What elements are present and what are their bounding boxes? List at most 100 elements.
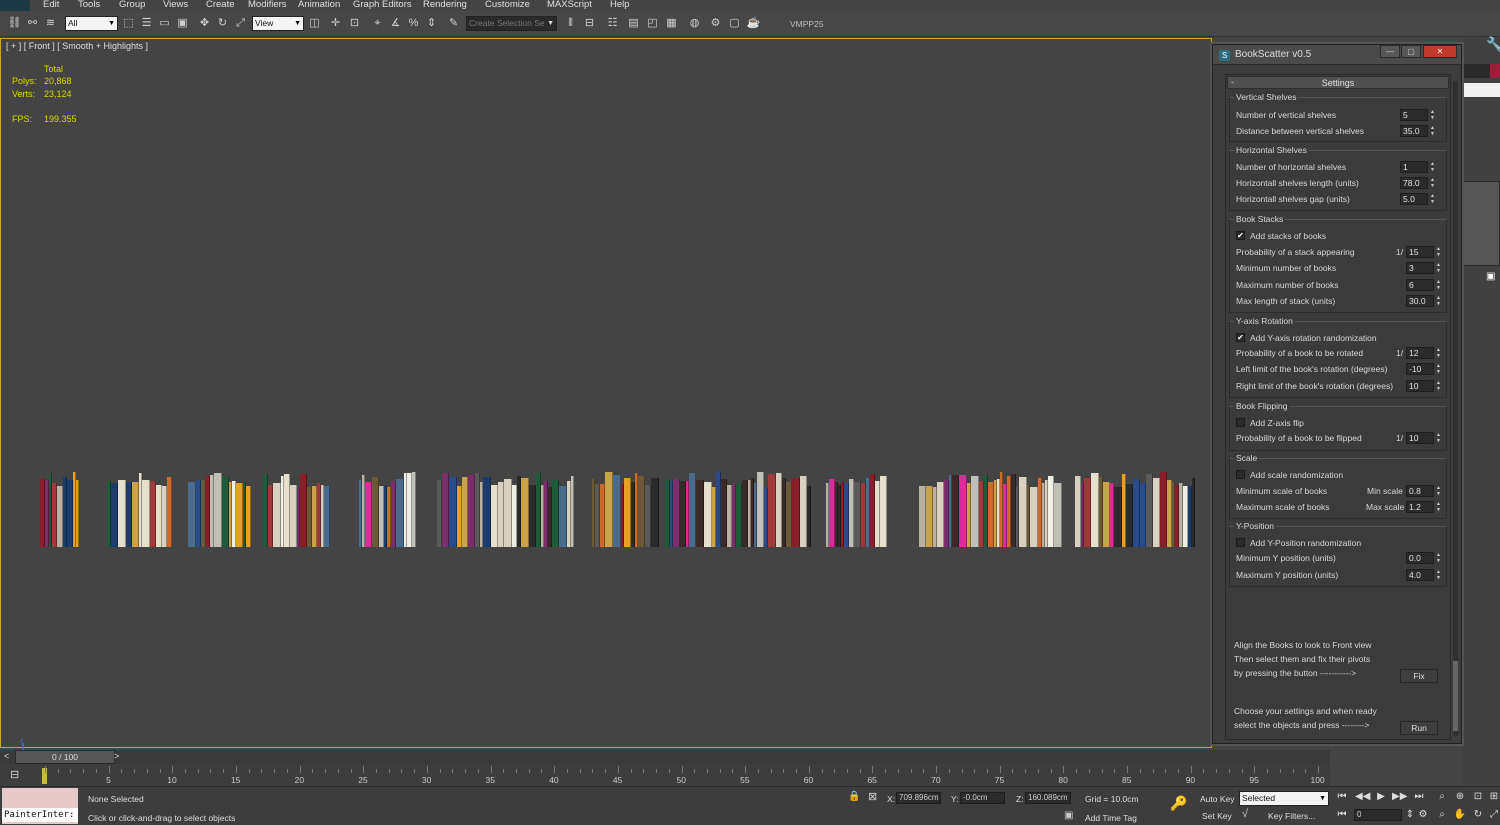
keyboard-shortcut-icon[interactable]: ⊡: [347, 16, 362, 31]
lock-icon[interactable]: 🔒: [848, 791, 860, 802]
book[interactable]: [1084, 478, 1091, 547]
ypos-max-spinner[interactable]: 4.0 ▲ ▼: [1406, 569, 1442, 581]
maximize-viewport-icon[interactable]: ⤢: [1487, 808, 1500, 822]
horizontal-length-value[interactable]: 78.0: [1400, 177, 1428, 189]
book[interactable]: [605, 472, 613, 547]
book[interactable]: [504, 479, 512, 547]
rotate-right-spinner[interactable]: 10 ▲ ▼: [1406, 380, 1442, 392]
front-viewport[interactable]: [ + ] [ Front ] [ Smooth + Highlights ] …: [0, 38, 1212, 764]
time-next-button[interactable]: >: [114, 751, 119, 761]
book[interactable]: [959, 475, 967, 547]
book[interactable]: [1153, 478, 1160, 547]
key-icon[interactable]: 🔑: [1170, 795, 1187, 812]
book[interactable]: [937, 482, 944, 547]
close-icon[interactable]: ✕: [1423, 45, 1457, 58]
rotate-icon[interactable]: ↻: [215, 16, 230, 31]
percent-snap-icon[interactable]: %: [406, 16, 421, 31]
app-logo[interactable]: [0, 0, 30, 11]
zoom-extents-icon[interactable]: ⊡: [1471, 790, 1485, 804]
spinner-arrows-icon[interactable]: ▲ ▼: [1435, 432, 1442, 444]
menu-modifiers[interactable]: Modifiers: [248, 0, 287, 10]
y-coord-field[interactable]: -0.0cm: [960, 792, 1005, 804]
book[interactable]: [1019, 477, 1027, 547]
book[interactable]: [696, 480, 704, 547]
time-prev-button[interactable]: <: [4, 751, 9, 761]
book[interactable]: [971, 476, 979, 547]
book[interactable]: [880, 476, 887, 547]
vertical-distance-value[interactable]: 35.0: [1400, 125, 1428, 137]
render-teapot-icon[interactable]: ☕: [746, 16, 761, 31]
stacks-checkbox-label[interactable]: Add stacks of books: [1250, 231, 1326, 241]
menu-animation[interactable]: Animation: [298, 0, 340, 10]
field-of-view-icon[interactable]: ⌕: [1435, 808, 1449, 822]
book[interactable]: [290, 485, 297, 547]
horizontal-gap-spinner[interactable]: 5.0 ▲ ▼: [1400, 193, 1436, 205]
book[interactable]: [167, 477, 172, 547]
book[interactable]: [559, 486, 567, 547]
time-config-icon[interactable]: ⚙: [1416, 808, 1430, 822]
go-to-end-icon[interactable]: ⏭: [1412, 790, 1426, 804]
book-row[interactable]: [437, 471, 577, 547]
ypos-checkbox[interactable]: [1236, 538, 1245, 547]
vertical-count-value[interactable]: 5: [1400, 109, 1428, 121]
spinner-arrows-icon[interactable]: ▲ ▼: [1435, 380, 1442, 392]
menu-help[interactable]: Help: [610, 0, 630, 10]
book[interactable]: [521, 478, 529, 547]
color-swatch[interactable]: [1490, 64, 1500, 78]
rotate-left-spinner[interactable]: -10 ▲ ▼: [1406, 363, 1442, 375]
book[interactable]: [118, 480, 126, 547]
ypos-max-value[interactable]: 4.0: [1406, 569, 1434, 581]
yrot-checkbox[interactable]: ✔: [1236, 333, 1245, 342]
scale-min-value[interactable]: 0.8: [1406, 485, 1434, 497]
menu-create[interactable]: Create: [206, 0, 235, 10]
mirror-icon[interactable]: ⫴: [563, 16, 578, 31]
key-mode-dropdown[interactable]: Selected ▼: [1239, 791, 1329, 806]
flip-probability-spinner[interactable]: 10 ▲ ▼: [1406, 432, 1442, 444]
wrench-icon[interactable]: 🔧: [1486, 36, 1500, 53]
rectangular-selection-icon[interactable]: ▭: [157, 16, 172, 31]
book[interactable]: [300, 474, 307, 547]
minimize-icon[interactable]: —: [1380, 45, 1400, 58]
book[interactable]: [1133, 479, 1140, 547]
spinner-arrows-icon[interactable]: ▲ ▼: [1429, 193, 1436, 205]
run-button[interactable]: Run: [1400, 721, 1438, 735]
book[interactable]: [214, 473, 222, 547]
book[interactable]: [854, 482, 861, 547]
time-slider[interactable]: 0 / 100: [15, 750, 115, 764]
maxscript-listener[interactable]: PainterInter:: [2, 788, 78, 824]
scale-min-spinner[interactable]: 0.8 ▲ ▼: [1406, 485, 1442, 497]
stack-max-value[interactable]: 6: [1406, 279, 1434, 291]
zoom-icon[interactable]: ⌕: [1435, 790, 1449, 804]
rendered-frame-icon[interactable]: ▢: [727, 16, 742, 31]
ypos-checkbox-label[interactable]: Add Y-Position randomization: [1250, 538, 1361, 548]
bind-space-warp-icon[interactable]: ≋: [43, 16, 58, 31]
vertical-count-spinner[interactable]: 5 ▲ ▼: [1400, 109, 1436, 121]
book[interactable]: [1160, 472, 1167, 547]
select-object-icon[interactable]: ⬚: [121, 16, 136, 31]
book[interactable]: [757, 472, 764, 547]
curve-editor-icon[interactable]: ◰: [645, 16, 660, 31]
stacks-checkbox[interactable]: ✔: [1236, 231, 1245, 240]
book-row[interactable]: [1075, 471, 1198, 547]
book[interactable]: [529, 485, 536, 547]
scale-checkbox[interactable]: [1236, 470, 1245, 479]
graphite-ribbon-icon[interactable]: ▤: [626, 16, 641, 31]
spinner-arrows-icon[interactable]: ▲ ▼: [1429, 161, 1436, 173]
book[interactable]: [188, 482, 196, 547]
scale-max-spinner[interactable]: 1.2 ▲ ▼: [1406, 501, 1442, 513]
book[interactable]: [1114, 487, 1122, 547]
edit-named-selection-icon[interactable]: ✎: [446, 16, 461, 31]
book-row[interactable]: [919, 471, 1062, 547]
book[interactable]: [1030, 487, 1038, 547]
yrot-checkbox-label[interactable]: Add Y-axis rotation randomization: [1250, 333, 1377, 343]
book-row[interactable]: [40, 471, 80, 547]
add-time-tag[interactable]: Add Time Tag: [1085, 813, 1137, 823]
spinner-arrows-icon[interactable]: ▲ ▼: [1435, 501, 1442, 513]
ypos-min-value[interactable]: 0.0: [1406, 552, 1434, 564]
selection-filter-dropdown[interactable]: All ▼: [65, 16, 118, 31]
key-tangent-icon[interactable]: √: [1242, 808, 1248, 820]
book[interactable]: [142, 480, 150, 547]
schematic-view-icon[interactable]: ▦: [664, 16, 679, 31]
book[interactable]: [1192, 478, 1195, 547]
book[interactable]: [222, 477, 229, 547]
